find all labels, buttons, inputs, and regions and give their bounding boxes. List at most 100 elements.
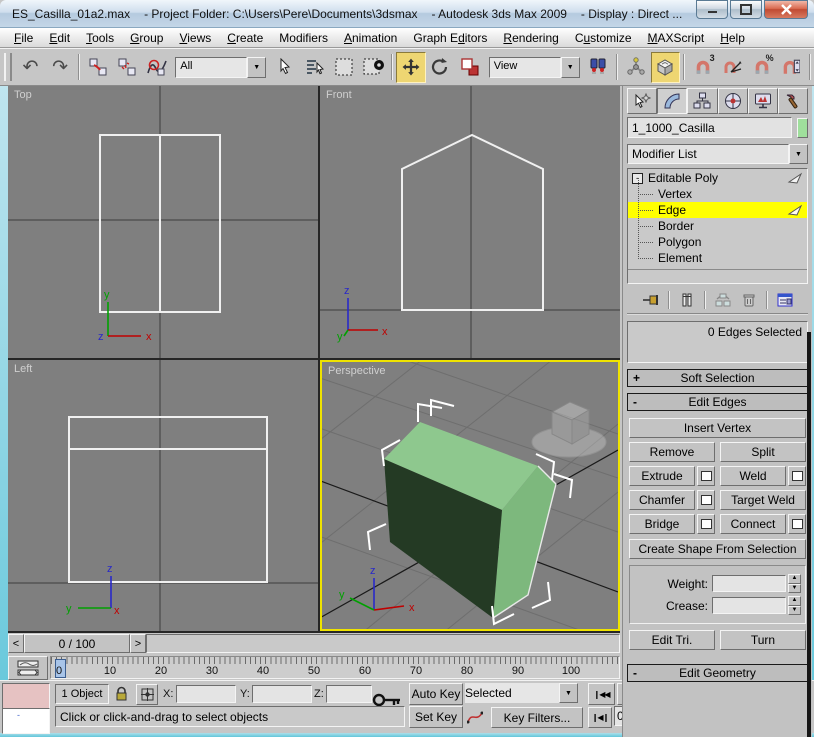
menu-animation[interactable]: Animation [336, 29, 405, 47]
toolbar-grip[interactable] [4, 53, 12, 81]
window-crossing-button[interactable] [359, 52, 389, 83]
absolute-offset-toggle[interactable] [136, 684, 158, 705]
time-prev-button[interactable]: < [8, 634, 24, 653]
unlink-selection-button[interactable] [112, 52, 142, 83]
selection-filter-arrow-icon[interactable]: ▼ [247, 57, 266, 78]
reference-coordinate-dropdown[interactable]: View ▼ [489, 57, 580, 78]
bridge-settings-button[interactable] [697, 514, 715, 534]
track-bar-ruler[interactable]: 0 10 20 30 40 50 60 70 80 90 100 [50, 656, 620, 679]
select-and-scale-button[interactable] [455, 52, 485, 83]
snaps-toggle-button[interactable]: 3 [688, 52, 718, 83]
y-coordinate-field[interactable] [252, 685, 312, 703]
remove-button[interactable]: Remove [629, 442, 715, 462]
select-object-button[interactable] [270, 52, 300, 83]
bind-to-space-warp-button[interactable] [142, 52, 172, 83]
auto-key-button[interactable]: Auto Key [409, 683, 463, 705]
spinner-up-icon[interactable]: ▲ [788, 574, 801, 584]
keyboard-shortcut-override-button[interactable] [651, 52, 681, 83]
time-slider-handle[interactable]: 0 / 100 [24, 634, 130, 653]
selection-set-dropdown[interactable]: Selected ▼ [465, 683, 578, 703]
extrude-settings-button[interactable] [697, 466, 715, 486]
tab-create[interactable] [627, 88, 657, 114]
tab-modify[interactable] [657, 88, 687, 114]
select-by-name-button[interactable] [300, 52, 330, 83]
split-button[interactable]: Split [720, 442, 806, 462]
menu-group[interactable]: Group [122, 29, 171, 47]
redo-button[interactable]: ↷ [45, 52, 75, 83]
remove-modifier-button[interactable] [738, 290, 760, 310]
percent-snap-button[interactable]: % [747, 52, 777, 83]
close-button[interactable] [764, 0, 808, 19]
pin-stack-button[interactable] [640, 290, 662, 310]
object-name-field[interactable] [627, 117, 792, 138]
z-coordinate-field[interactable] [326, 685, 372, 703]
menu-graph-editors[interactable]: Graph Editors [405, 29, 495, 47]
tab-utilities[interactable] [778, 88, 808, 114]
time-slider-track[interactable] [146, 634, 620, 653]
menu-edit[interactable]: Edit [41, 29, 78, 47]
mini-curve-editor-button[interactable] [8, 656, 48, 680]
configure-modifier-sets-button[interactable] [774, 290, 796, 310]
insert-vertex-button[interactable]: Insert Vertex [629, 418, 806, 438]
modifier-list-dropdown[interactable]: Modifier List ▼ [627, 144, 808, 164]
viewport-perspective[interactable]: Perspective [320, 360, 620, 631]
stack-item-editable-poly[interactable]: - Editable Poly [628, 170, 807, 186]
x-coordinate-field[interactable] [176, 685, 236, 703]
select-and-move-button[interactable] [396, 52, 426, 83]
reference-coordinate-arrow-icon[interactable]: ▼ [561, 57, 580, 78]
spinner-up-icon[interactable]: ▲ [788, 596, 801, 606]
edit-tri-button[interactable]: Edit Tri. [629, 630, 715, 650]
weight-spinner[interactable]: ▲ ▼ [788, 574, 801, 593]
chamfer-button[interactable]: Chamfer [629, 490, 695, 510]
command-panel-scrollbar[interactable] [807, 332, 811, 737]
rectangular-selection-region-button[interactable] [329, 52, 359, 83]
select-and-link-button[interactable] [83, 52, 113, 83]
selection-set-arrow-icon[interactable]: ▼ [559, 683, 578, 703]
menu-views[interactable]: Views [171, 29, 219, 47]
crease-spinner[interactable]: ▲ ▼ [788, 596, 801, 615]
stack-item-polygon[interactable]: Polygon [628, 234, 807, 250]
angle-snap-button[interactable] [718, 52, 748, 83]
default-tangent-button[interactable] [465, 707, 485, 726]
connect-button[interactable]: Connect [720, 514, 786, 534]
select-and-manipulate-button[interactable] [621, 52, 651, 83]
weld-settings-button[interactable] [788, 466, 806, 486]
show-end-result-button[interactable] [676, 290, 698, 310]
menu-tools[interactable]: Tools [78, 29, 122, 47]
create-shape-from-selection-button[interactable]: Create Shape From Selection [629, 539, 806, 559]
target-weld-button[interactable]: Target Weld [720, 490, 806, 510]
spinner-snap-button[interactable] [777, 52, 807, 83]
menu-file[interactable]: File [6, 29, 41, 47]
stack-item-element[interactable]: Element [628, 250, 807, 266]
menu-maxscript[interactable]: MAXScript [640, 29, 713, 47]
stack-item-edge[interactable]: Edge [628, 202, 807, 218]
select-and-rotate-button[interactable] [426, 52, 456, 83]
menu-modifiers[interactable]: Modifiers [271, 29, 336, 47]
tab-motion[interactable] [718, 88, 748, 114]
viewport-top[interactable]: Top y x z [8, 86, 318, 358]
tab-display[interactable] [748, 88, 778, 114]
chamfer-settings-button[interactable] [697, 490, 715, 510]
viewport-left[interactable]: Left z y x [8, 360, 318, 631]
tab-hierarchy[interactable] [687, 88, 717, 114]
menu-create[interactable]: Create [219, 29, 271, 47]
key-mode-toggle[interactable]: ❙◀❙ [588, 707, 612, 728]
stack-item-vertex[interactable]: Vertex [628, 186, 807, 202]
menu-rendering[interactable]: Rendering [495, 29, 566, 47]
maxscript-listener-pane[interactable]: - [2, 708, 50, 734]
weight-field[interactable] [712, 575, 786, 592]
maxscript-macro-pane[interactable] [2, 683, 50, 710]
spinner-down-icon[interactable]: ▼ [788, 606, 801, 616]
menu-customize[interactable]: Customize [567, 29, 640, 47]
undo-button[interactable]: ↶ [16, 52, 46, 83]
go-to-start-button[interactable]: ❙◀◀ [588, 683, 615, 705]
make-unique-button[interactable] [712, 290, 734, 310]
object-color-swatch[interactable] [797, 118, 808, 138]
time-next-button[interactable]: > [130, 634, 146, 653]
viewport-front[interactable]: Front z x y [320, 86, 620, 358]
crease-field[interactable] [712, 597, 786, 614]
weld-button[interactable]: Weld [720, 466, 786, 486]
use-pivot-point-center-button[interactable] [584, 52, 614, 83]
minimize-button[interactable] [696, 0, 728, 19]
spinner-down-icon[interactable]: ▼ [788, 584, 801, 594]
